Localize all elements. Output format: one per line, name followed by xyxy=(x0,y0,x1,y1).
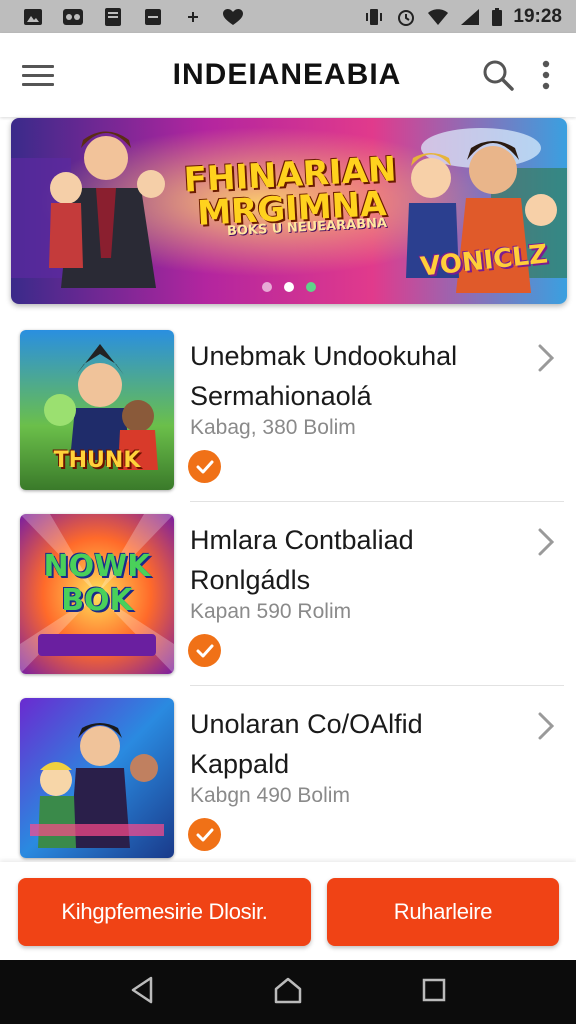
item-title-line2: Sermahionaolá xyxy=(190,381,372,411)
list-item[interactable]: Unolaran Co/OAlfid Kappald Kabgn 490 Bol… xyxy=(0,686,576,870)
action-bar: Kihgpfemesirie Dlosir. Ruharleire xyxy=(0,862,576,960)
page-title: INDEIANEABIA xyxy=(172,58,402,91)
system-navigation-bar xyxy=(0,960,576,1024)
minus-icon xyxy=(142,7,164,27)
hamburger-menu-icon xyxy=(22,65,54,86)
menu-button[interactable] xyxy=(20,57,56,93)
thumbnail-artwork xyxy=(20,698,174,858)
carousel-dot-active[interactable] xyxy=(284,282,294,292)
item-meta: Kabag, 380 Bolim xyxy=(190,416,356,439)
check-icon xyxy=(188,634,221,667)
image-icon xyxy=(22,7,44,27)
item-title: Unolaran Co/OAlfid Kappald xyxy=(190,704,510,784)
chevron-right-icon[interactable] xyxy=(534,526,558,558)
recents-button[interactable] xyxy=(421,977,447,1008)
check-icon xyxy=(188,450,221,483)
more-options-button[interactable] xyxy=(536,57,556,93)
signal-icon xyxy=(459,7,481,27)
item-title-line2: Kappald xyxy=(190,749,290,779)
wifi-icon xyxy=(427,7,449,27)
item-title-line2: Ronlgádls xyxy=(190,565,311,595)
plus-icon xyxy=(182,7,204,27)
system-icons: 19:28 xyxy=(363,6,562,28)
search-icon xyxy=(483,60,514,91)
chevron-right-icon[interactable] xyxy=(534,342,558,374)
heart-icon xyxy=(222,7,244,27)
item-thumbnail: THUNK xyxy=(20,330,174,490)
primary-action-button[interactable]: Kihgpfemesirie Dlosir. xyxy=(18,878,311,946)
more-vert-icon xyxy=(542,60,550,90)
item-thumbnail: NOWK BOK xyxy=(20,514,174,674)
carousel-dot[interactable] xyxy=(262,282,272,292)
secondary-action-button[interactable]: Ruharleire xyxy=(327,878,559,946)
game-icon xyxy=(62,7,84,27)
recents-square-icon xyxy=(422,978,446,1001)
home-button[interactable] xyxy=(273,976,303,1009)
vibrate-icon xyxy=(363,7,385,27)
list-item[interactable]: THUNK Unebmak Undookuhal Sermahionaolá K… xyxy=(0,318,576,502)
status-bar: 19:28 xyxy=(0,0,576,33)
item-meta: Kapan 590 Rolim xyxy=(190,600,352,623)
carousel-dot[interactable] xyxy=(306,282,316,292)
back-triangle-icon xyxy=(131,976,153,1003)
battery-icon xyxy=(491,7,503,27)
app-bar: INDEIANEABIA xyxy=(0,33,576,117)
clock: 19:28 xyxy=(513,5,562,27)
game-list: THUNK Unebmak Undookuhal Sermahionaolá K… xyxy=(0,318,576,870)
back-button[interactable] xyxy=(129,976,155,1009)
list-item[interactable]: NOWK BOK Hmlara Contbaliad Ronlgádls Kap… xyxy=(0,502,576,686)
home-icon xyxy=(274,977,302,1003)
item-title-line1: Unebmak Undookuhal xyxy=(190,341,458,371)
item-title-line1: Hmlara Contbaliad xyxy=(190,525,414,555)
item-meta: Kabgn 490 Bolim xyxy=(190,784,350,807)
search-button[interactable] xyxy=(480,57,516,93)
chevron-right-icon[interactable] xyxy=(534,710,558,742)
item-thumbnail xyxy=(20,698,174,858)
featured-banner[interactable]: FHINARIAN MRGIMNA BOKS U NEUEARABNA VONI… xyxy=(11,118,567,304)
item-title: Hmlara Contbaliad Ronlgádls xyxy=(190,520,510,600)
alarm-icon xyxy=(395,7,417,27)
item-title-line1: Unolaran Co/OAlfid xyxy=(190,709,423,739)
thumbnail-title: NOWK BOK xyxy=(43,549,151,618)
thumbnail-title: THUNK xyxy=(53,448,141,473)
item-title: Unebmak Undookuhal Sermahionaolá xyxy=(190,336,510,416)
carousel-indicators xyxy=(11,282,567,292)
check-icon xyxy=(188,818,221,851)
document-icon xyxy=(102,7,124,27)
notification-icons xyxy=(22,7,244,27)
